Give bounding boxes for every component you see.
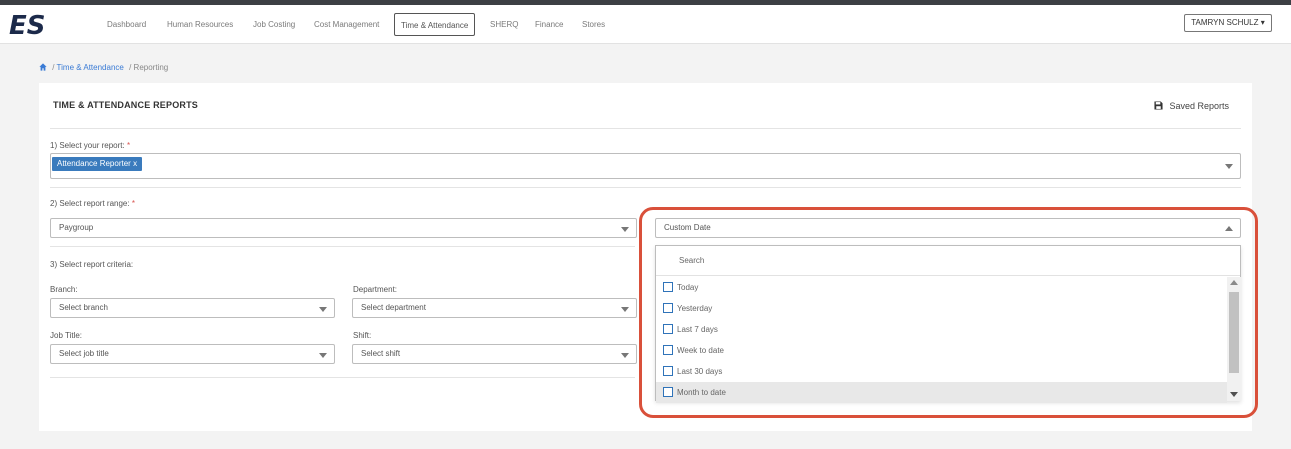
caret-down-icon	[621, 227, 629, 232]
divider	[50, 187, 1241, 188]
home-icon[interactable]	[39, 63, 47, 71]
nav-time-attendance[interactable]: Time & Attendance	[394, 13, 476, 36]
checkbox[interactable]	[663, 324, 673, 334]
remove-tag-button[interactable]: x	[133, 159, 137, 168]
caret-down-icon	[621, 307, 629, 312]
page-title: TIME & ATTENDANCE REPORTS	[53, 100, 199, 110]
dropdown-scrollbar[interactable]	[1227, 277, 1241, 401]
divider	[50, 246, 635, 247]
option-month-to-date[interactable]: Month to date	[656, 382, 1227, 403]
scrollbar-thumb[interactable]	[1229, 292, 1239, 373]
scroll-down-arrow-icon[interactable]	[1230, 392, 1238, 397]
job-title-placeholder: Select job title	[59, 349, 109, 358]
branch-label: Branch:	[50, 285, 78, 294]
saved-reports-label: Saved Reports	[1169, 101, 1230, 111]
nav-cost-management[interactable]: Cost Management	[314, 13, 379, 36]
report-label: 1) Select your report: *	[50, 141, 131, 150]
date-range-dropdown: Search Today Yesterday Last 7 days Week …	[655, 245, 1241, 403]
breadcrumb-current: Reporting	[133, 63, 169, 72]
caret-down-icon: ▾	[1260, 18, 1265, 27]
option-week-to-date[interactable]: Week to date	[656, 340, 1227, 361]
nav-finance[interactable]: Finance	[535, 13, 563, 36]
nav-job-costing[interactable]: Job Costing	[253, 13, 295, 36]
date-option-list: Today Yesterday Last 7 days Week to date…	[656, 277, 1227, 403]
nav-dashboard[interactable]: Dashboard	[107, 13, 146, 36]
checkbox[interactable]	[663, 303, 673, 313]
shift-placeholder: Select shift	[361, 349, 401, 358]
caret-down-icon	[319, 353, 327, 358]
saved-reports-button[interactable]: Saved Reports	[1154, 101, 1229, 111]
shift-select[interactable]: Select shift	[352, 344, 637, 364]
date-range-value: Custom Date	[664, 223, 711, 232]
range-type-value: Paygroup	[59, 223, 94, 232]
criteria-label: 3) Select report criteria:	[50, 260, 134, 269]
report-select[interactable]: Attendance Reporter x	[50, 153, 1241, 179]
checkbox[interactable]	[663, 345, 673, 355]
breadcrumb-separator: /	[129, 63, 132, 72]
user-name: TAMRYN SCHULZ	[1191, 18, 1259, 27]
job-title-label: Job Title:	[50, 331, 83, 340]
option-last-30-days[interactable]: Last 30 days	[656, 361, 1227, 382]
es-logo[interactable]: ES	[9, 12, 71, 38]
caret-down-icon[interactable]	[1225, 164, 1233, 169]
checkbox[interactable]	[663, 366, 673, 376]
option-last-7-days[interactable]: Last 7 days	[656, 319, 1227, 340]
selected-report-tag: Attendance Reporter x	[52, 157, 143, 171]
caret-up-icon	[1225, 226, 1233, 231]
caret-down-icon	[621, 353, 629, 358]
range-label: 2) Select report range: *	[50, 199, 135, 208]
shift-label: Shift:	[353, 331, 372, 340]
breadcrumb: / Time & Attendance / Reporting	[39, 63, 168, 75]
job-title-select[interactable]: Select job title	[50, 344, 335, 364]
branch-select[interactable]: Select branch	[50, 298, 335, 318]
option-today[interactable]: Today	[656, 277, 1227, 298]
nav-sherq[interactable]: SHERQ	[490, 13, 518, 36]
divider	[50, 128, 1241, 129]
user-menu-button[interactable]: TAMRYN SCHULZ ▾	[1184, 14, 1272, 32]
selected-report-tag-label: Attendance Reporter	[57, 159, 131, 168]
caret-down-icon	[319, 307, 327, 312]
branch-placeholder: Select branch	[59, 303, 108, 312]
scroll-up-arrow-icon[interactable]	[1230, 280, 1238, 285]
breadcrumb-time-attendance-link[interactable]: Time & Attendance	[57, 63, 124, 72]
breadcrumb-separator: /	[52, 63, 55, 72]
checkbox[interactable]	[663, 282, 673, 292]
nav-stores[interactable]: Stores	[582, 13, 605, 36]
divider	[50, 377, 635, 378]
dropdown-search-input[interactable]: Search	[656, 246, 1240, 276]
navbar: ES Dashboard Human Resources Job Costing…	[0, 5, 1291, 44]
department-label: Department:	[353, 285, 398, 294]
nav-human-resources[interactable]: Human Resources	[167, 13, 233, 36]
option-yesterday[interactable]: Yesterday	[656, 298, 1227, 319]
date-range-select[interactable]: Custom Date	[655, 218, 1241, 238]
checkbox[interactable]	[663, 387, 673, 397]
department-select[interactable]: Select department	[352, 298, 637, 318]
floppy-disk-icon	[1154, 101, 1163, 110]
range-type-select[interactable]: Paygroup	[50, 218, 637, 238]
svg-text:ES: ES	[9, 12, 46, 38]
department-placeholder: Select department	[361, 303, 426, 312]
